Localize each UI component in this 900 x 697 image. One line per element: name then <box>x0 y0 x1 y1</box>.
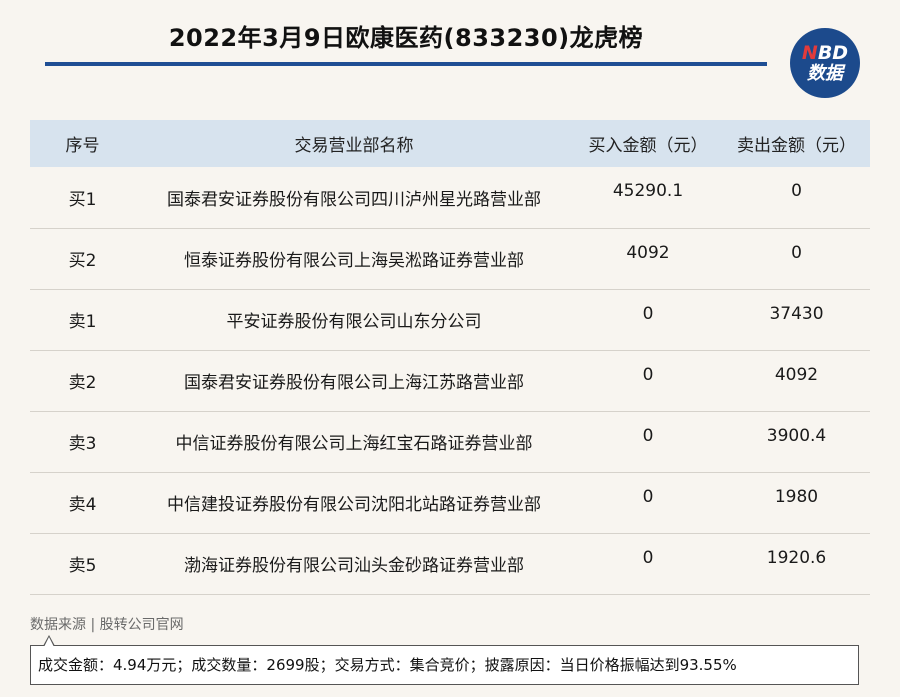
cell-seq: 卖4 <box>68 495 97 515</box>
cell-sell: 1980 <box>774 486 819 507</box>
trade-summary-box: 成交金额：4.94万元；成交数量：2699股；交易方式：集合竞价；披露原因：当日… <box>30 635 859 685</box>
table-row: 卖2 国泰君安证券股份有限公司上海江苏路营业部 0 4092 <box>30 350 870 411</box>
table-row: 卖4 中信建投证券股份有限公司沈阳北站路证券营业部 0 1980 <box>30 472 870 533</box>
col-header-buy: 买入金额（元） <box>588 136 708 156</box>
logo-top-rest: BD <box>817 41 849 64</box>
cell-name: 中信证券股份有限公司上海红宝石路证券营业部 <box>175 434 533 454</box>
cell-seq: 卖3 <box>68 434 97 454</box>
table-row: 卖5 渤海证券股份有限公司汕头金砂路证券营业部 0 1920.6 <box>30 533 870 594</box>
page-title: 2022年3月9日欧康医药(833230)龙虎榜 <box>168 24 644 52</box>
table-header-row: 序号 交易营业部名称 买入金额（元） 卖出金额（元） <box>30 120 870 167</box>
cell-seq: 卖5 <box>68 556 97 576</box>
table-row: 卖1 平安证券股份有限公司山东分公司 0 37430 <box>30 289 870 350</box>
callout-pointer-fill <box>44 637 54 647</box>
cell-name: 平安证券股份有限公司山东分公司 <box>226 312 482 332</box>
col-header-name: 交易营业部名称 <box>294 136 414 156</box>
cell-buy: 0 <box>642 547 654 568</box>
cell-name: 中信建投证券股份有限公司沈阳北站路证券营业部 <box>167 495 541 515</box>
cell-name: 国泰君安证券股份有限公司四川泸州星光路营业部 <box>167 189 541 210</box>
cell-sell: 1920.6 <box>766 547 827 568</box>
cell-sell: 3900.4 <box>766 425 827 446</box>
cell-sell: 0 <box>791 242 802 263</box>
cell-name: 渤海证券股份有限公司汕头金砂路证券营业部 <box>184 556 524 576</box>
cell-seq: 买1 <box>68 189 97 210</box>
title-underline <box>45 62 767 66</box>
cell-buy: 0 <box>642 364 654 385</box>
cell-name: 恒泰证券股份有限公司上海吴淞路证券营业部 <box>184 251 524 271</box>
cell-sell: 0 <box>791 181 802 202</box>
trade-summary-text: 成交金额：4.94万元；成交数量：2699股；交易方式：集合竞价；披露原因：当日… <box>38 656 737 674</box>
cell-seq: 买2 <box>68 251 97 271</box>
cell-buy: 45290.1 <box>612 181 684 202</box>
data-source: 数据来源 | 股转公司官网 <box>30 617 184 633</box>
cell-name: 国泰君安证券股份有限公司上海江苏路营业部 <box>184 373 524 393</box>
table-row: 买1 国泰君安证券股份有限公司四川泸州星光路营业部 45290.1 0 <box>30 167 870 228</box>
nbd-logo: NBD 数据 <box>790 28 860 98</box>
cell-sell: 37430 <box>769 303 824 324</box>
cell-buy: 4092 <box>626 242 670 263</box>
col-header-sell: 卖出金额（元） <box>737 136 856 156</box>
cell-buy: 0 <box>642 486 654 507</box>
table-row: 买2 恒泰证券股份有限公司上海吴淞路证券营业部 4092 0 <box>30 228 870 289</box>
logo-bottom-text: 数据 <box>807 62 843 84</box>
cell-buy: 0 <box>642 425 654 446</box>
cell-sell: 4092 <box>774 364 819 385</box>
cell-seq: 卖1 <box>68 312 97 332</box>
cell-seq: 卖2 <box>68 373 97 393</box>
logo-top-text: NBD <box>801 41 849 64</box>
col-header-seq: 序号 <box>65 136 100 156</box>
dragon-tiger-table: 序号 交易营业部名称 买入金额（元） 卖出金额（元） 买1 国泰君安证券股份有限… <box>30 120 870 595</box>
logo-top-first: N <box>801 41 818 64</box>
cell-buy: 0 <box>642 303 654 324</box>
table-row: 卖3 中信证券股份有限公司上海红宝石路证券营业部 0 3900.4 <box>30 411 870 472</box>
